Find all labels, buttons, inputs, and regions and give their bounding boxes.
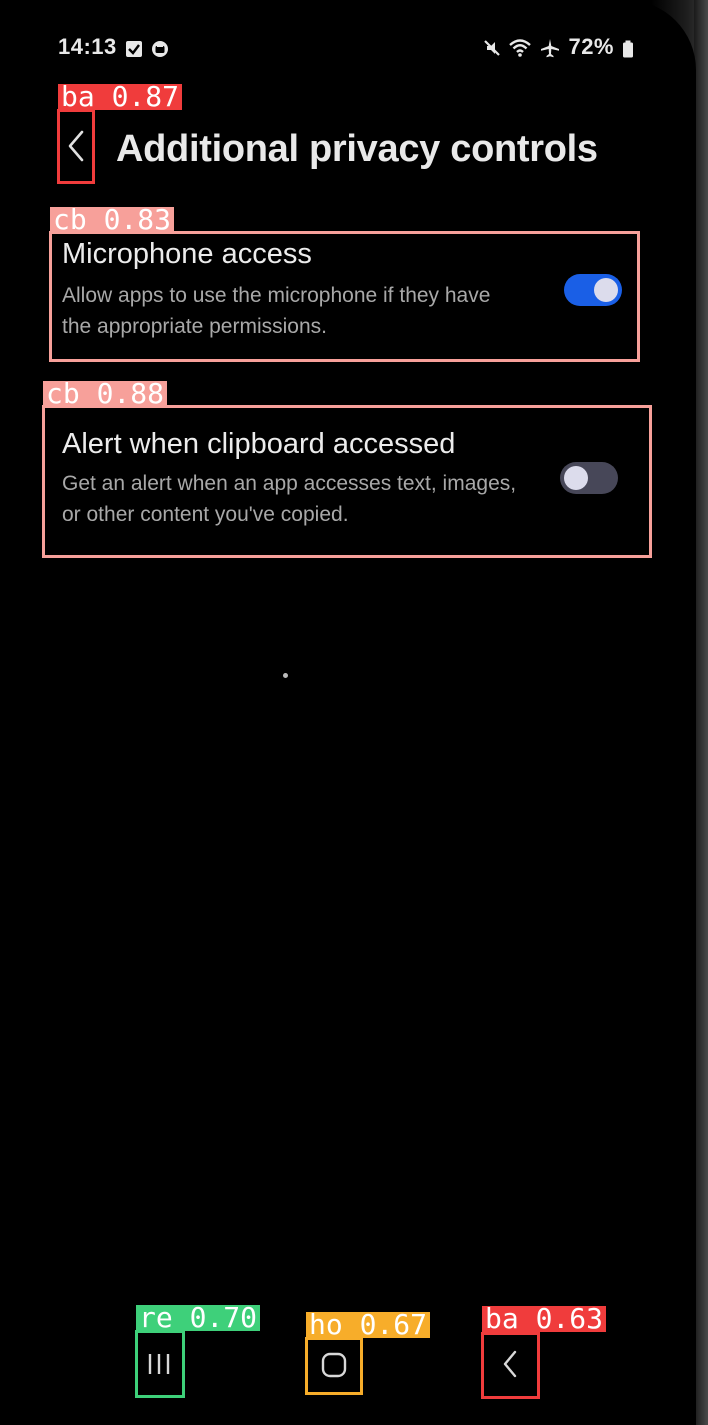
home-icon bbox=[321, 1352, 347, 1378]
clipboard-alert-toggle[interactable] bbox=[560, 462, 618, 494]
detection-label-clipboard: cb 0.88 bbox=[43, 380, 168, 408]
recents-icon bbox=[148, 1354, 170, 1374]
mute-icon bbox=[482, 38, 501, 56]
airplane-icon bbox=[540, 38, 560, 58]
clipboard-alert-description: Get an alert when an app accesses text, … bbox=[62, 472, 517, 526]
back-button[interactable] bbox=[58, 108, 94, 184]
microphone-access-row[interactable]: Microphone access Allow apps to use the … bbox=[50, 232, 640, 362]
touch-dot bbox=[283, 673, 288, 678]
back-icon bbox=[503, 1350, 517, 1378]
detection-label-nav-back: ba 0.63 bbox=[482, 1305, 607, 1333]
microphone-access-title: Microphone access bbox=[62, 238, 312, 270]
wifi-icon bbox=[508, 38, 532, 57]
microphone-access-description: Allow apps to use the microphone if they… bbox=[62, 284, 491, 338]
detection-label-back: ba 0.87 bbox=[58, 83, 183, 111]
battery-icon bbox=[622, 38, 634, 58]
nav-back-button[interactable] bbox=[482, 1332, 538, 1396]
detection-label-home: ho 0.67 bbox=[306, 1311, 431, 1339]
status-bar: 14:13 72% bbox=[58, 32, 634, 62]
checkbox-notification-icon bbox=[125, 38, 143, 57]
app-notification-icon bbox=[151, 38, 169, 57]
page-title: Additional privacy controls bbox=[116, 128, 598, 170]
toggle-knob bbox=[564, 466, 588, 490]
microphone-access-toggle[interactable] bbox=[564, 274, 622, 306]
home-button[interactable] bbox=[307, 1338, 361, 1392]
clipboard-alert-title: Alert when clipboard accessed bbox=[62, 428, 456, 460]
battery-percentage: 72% bbox=[568, 34, 614, 59]
detection-label-recents: re 0.70 bbox=[136, 1304, 261, 1332]
clipboard-alert-row[interactable]: Alert when clipboard accessed Get an ale… bbox=[50, 420, 650, 556]
status-right: 72% bbox=[482, 34, 634, 60]
phone-edge bbox=[694, 0, 708, 1425]
chevron-left-icon bbox=[68, 130, 84, 162]
detection-label-microphone: cb 0.83 bbox=[50, 206, 175, 234]
toggle-knob bbox=[594, 278, 618, 302]
recents-button[interactable] bbox=[136, 1332, 182, 1396]
status-time: 14:13 bbox=[58, 34, 117, 59]
status-left: 14:13 bbox=[58, 34, 169, 60]
